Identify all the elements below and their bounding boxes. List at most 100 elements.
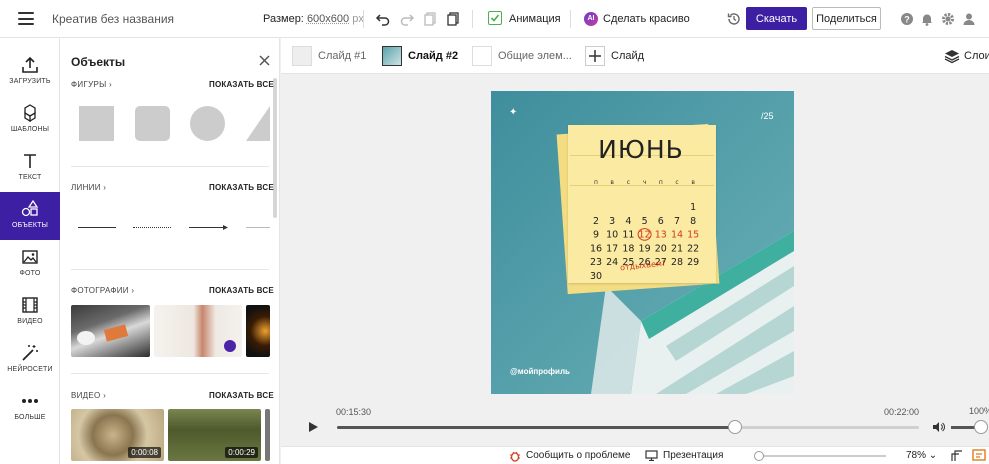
shape-circle[interactable] [190,106,225,141]
video-thumbnail[interactable] [265,409,270,461]
fullscreen-icon[interactable] [972,449,986,462]
bell-icon[interactable] [919,11,935,27]
rail-item-more[interactable]: БОЛЬШЕ [0,384,60,432]
photo-thumbnail[interactable] [154,305,242,357]
section-lines[interactable]: ЛИНИИ › [71,183,106,192]
user-icon[interactable] [961,11,977,27]
timeline-track[interactable] [337,426,919,429]
beautify-button[interactable]: Сделать красиво [603,13,690,25]
size-value[interactable]: 600x600 [307,13,349,25]
section-shapes[interactable]: ФИГУРЫ › [71,80,112,89]
calendar-day: 2 [593,216,599,227]
check-icon [490,14,500,22]
top-bar: Креатив без названия Размер: 600x600 px … [0,0,989,38]
layers-icon [944,50,960,64]
slide-tab-1[interactable]: Слайд #1 [292,45,372,67]
photo-card [103,324,129,342]
slide-label: Общие элем... [498,50,572,62]
video-thumbnail[interactable]: 0:00:08 [71,409,164,461]
photos-show-all[interactable]: ПОКАЗАТЬ ВСЕ [209,286,274,295]
calendar-day: 9 [593,230,599,241]
rail-item-upload[interactable]: ЗАГРУЗИТЬ [0,48,60,96]
divider [363,10,364,28]
weekday-label: ч [643,179,647,186]
volume-handle[interactable] [974,420,988,434]
animation-checkbox[interactable] [488,11,502,25]
video-duration: 0:00:29 [225,447,258,458]
paste-icon[interactable] [445,11,461,27]
volume-percent: 100% [969,406,989,416]
weekday-label: п [594,179,598,186]
rail-item-photo[interactable]: ФОТО [0,240,60,288]
calendar-day: 10 [606,230,618,241]
gear-icon[interactable] [940,11,956,27]
current-time: 00:15:30 [336,407,372,417]
calendar-grid: п в с ч п с в12 3 4 5 6 7 89 10 11 12 13 14 1516 17 18 19 20 21… [590,179,699,282]
panel-scrollbar[interactable] [273,78,277,218]
slide-tab-common[interactable]: Общие элем... [472,45,572,67]
line-arrow[interactable] [189,224,229,231]
rail-item-text[interactable]: ТЕКСТ [0,144,60,192]
menu-icon[interactable] [18,12,34,25]
lines-show-all[interactable]: ПОКАЗАТЬ ВСЕ [209,183,274,192]
shape-triangle[interactable] [246,106,270,141]
photo-icon [22,250,38,264]
slide-label: Слайд #2 [408,50,459,62]
canvas-size[interactable]: Размер: 600x600 px [263,13,364,25]
rail-item-neural[interactable]: НЕЙРОСЕТИ [0,336,60,384]
magic-wand-icon [22,345,38,361]
rail-item-templates[interactable]: ШАБЛОНЫ [0,96,60,144]
close-icon[interactable] [259,55,270,66]
help-icon[interactable]: ? [899,11,915,27]
video-thumbnail[interactable]: 0:00:29 [168,409,261,461]
rail-item-video[interactable]: ВИДЕО [0,288,60,336]
add-slide-box [585,46,605,66]
play-icon[interactable] [307,421,319,433]
report-problem-link[interactable]: Сообщить о проблеме [526,450,630,461]
line-light[interactable] [246,227,270,228]
bug-icon [510,451,520,462]
volume-icon[interactable] [932,421,946,433]
zoom-value[interactable]: 78% ⌄ [906,450,937,461]
fit-screen-icon[interactable] [951,450,963,462]
slide-thumbnail [292,46,312,66]
presentation-button[interactable]: Презентация [663,450,723,461]
slide-tab-2[interactable]: Слайд #2 [382,45,462,67]
calendar-day: 12 [639,230,651,241]
shapes-show-all[interactable]: ПОКАЗАТЬ ВСЕ [209,80,274,89]
section-video[interactable]: ВИДЕО › [71,391,106,400]
undo-icon[interactable] [375,11,391,27]
add-slide-button[interactable]: Слайд [585,45,655,67]
animation-label[interactable]: Анимация [509,13,561,25]
zoom-handle[interactable] [754,451,764,461]
photo-cup [77,331,95,345]
shape-rounded-square[interactable] [135,106,170,141]
zoom-track[interactable] [756,455,886,457]
shape-square[interactable] [79,106,114,141]
add-slide-label: Слайд [611,50,645,62]
divider [570,10,571,28]
layers-label: Слои [964,50,989,62]
calendar-day: 7 [674,216,680,227]
rail-item-objects[interactable]: ОБЪЕКТЫ [0,192,60,240]
history-icon[interactable] [726,11,742,27]
video-show-all[interactable]: ПОКАЗАТЬ ВСЕ [209,391,274,400]
share-button[interactable]: Поделиться [812,7,881,30]
section-photos[interactable]: ФОТОГРАФИИ › [71,286,134,295]
photo-thumbnail[interactable] [246,305,270,357]
line-solid[interactable] [78,227,116,228]
copy-icon[interactable] [422,11,438,27]
photo-thumbnail[interactable] [71,305,150,357]
document-title[interactable]: Креатив без названия [52,12,174,26]
design-canvas[interactable]: ✦ /25 ИЮНЬ п в с ч п с в 1 2 3 4 5 6 7 8 9 10 11 12 13 14 15 1… [491,91,794,394]
video-duration: 0:00:08 [128,447,161,458]
redo-icon[interactable] [399,11,415,27]
layers-button[interactable]: Слои [944,45,989,67]
timeline-handle[interactable] [728,420,743,434]
rail-label: ЗАГРУЗИТЬ [9,78,51,85]
line-dotted[interactable] [133,227,171,228]
profile-handle: @мойпрофиль [510,367,570,376]
calendar-day: 4 [625,216,631,227]
weekday-label: в [691,179,695,186]
download-button[interactable]: Скачать [746,7,807,30]
